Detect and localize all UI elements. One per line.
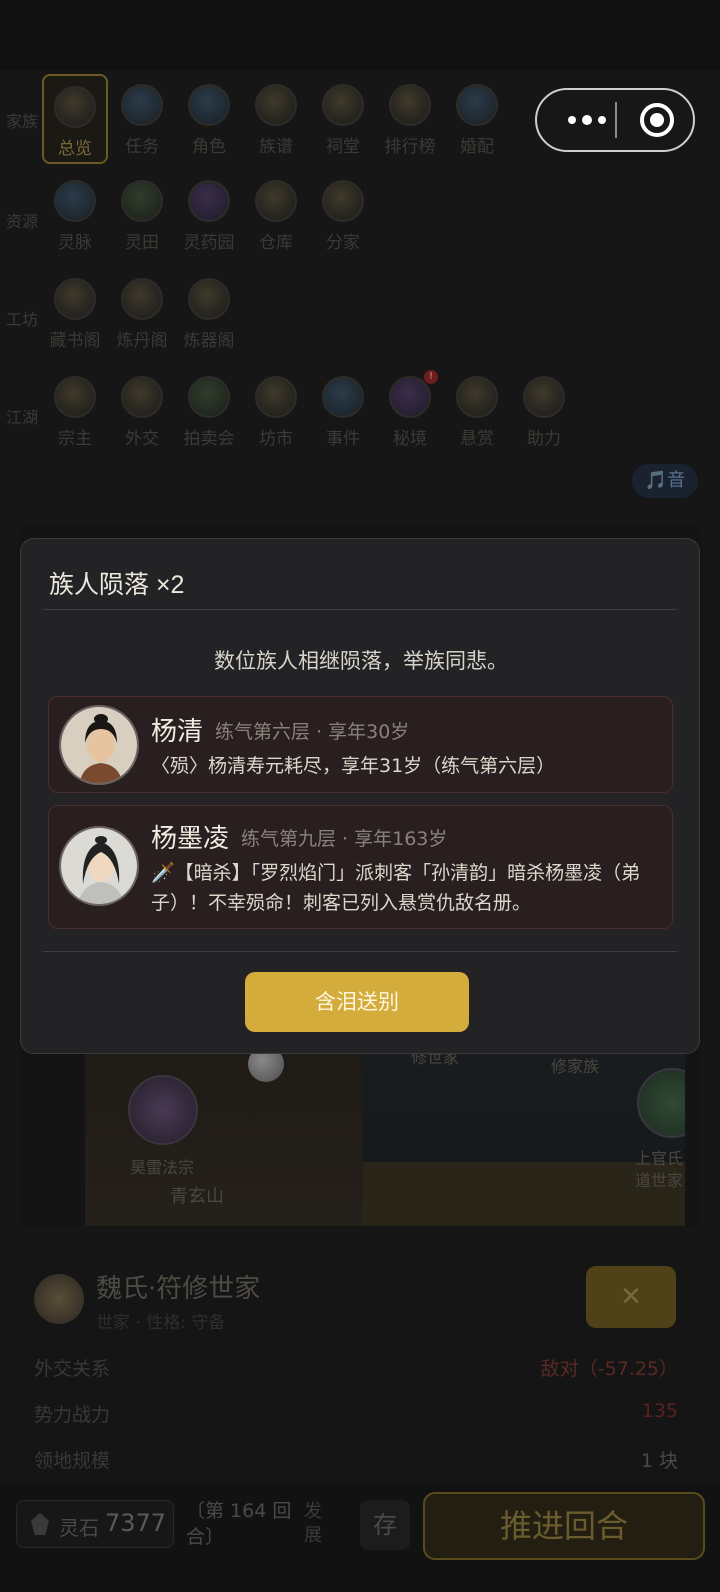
bottom-bar: 灵石 7377 〔第 164 回合〕 发展 存 推进回合	[0, 1484, 720, 1592]
shrine-icon	[322, 84, 364, 126]
menu-assist[interactable]: 助力	[511, 366, 577, 456]
advance-round-button[interactable]: 推进回合	[423, 1492, 705, 1560]
warehouse-icon	[255, 180, 297, 222]
round-indicator: 〔第 164 回合〕	[186, 1500, 292, 1548]
menu-library[interactable]: 藏书阁	[42, 268, 108, 358]
menu-tasks[interactable]: 任务	[109, 74, 175, 164]
menu-spirit-field[interactable]: 灵田	[109, 170, 175, 260]
menu-events[interactable]: 事件	[310, 366, 376, 456]
library-icon	[54, 278, 96, 320]
tasks-icon	[121, 84, 163, 126]
member-name: 杨墨凌	[151, 824, 230, 854]
faction-subtitle: 世家 · 性格: 守备	[96, 1313, 226, 1333]
menu-auction[interactable]: 拍卖会	[176, 366, 242, 456]
spirit-stone-icon	[31, 1513, 49, 1535]
sect-master-icon	[54, 376, 96, 418]
menu-bounty[interactable]: 悬赏	[444, 366, 510, 456]
row-label-resources: 资源	[6, 212, 39, 231]
member-meta: 练气第六层 · 享年30岁	[215, 721, 410, 743]
notification-badge: !	[424, 370, 438, 384]
menu-row-resources: 资源 灵脉 灵田 灵药园 仓库 分家	[0, 170, 720, 270]
save-button[interactable]: 存	[360, 1500, 410, 1550]
close-button[interactable]: ✕	[586, 1266, 676, 1328]
menu-marriage[interactable]: 婚配	[444, 74, 510, 164]
herb-garden-icon	[188, 180, 230, 222]
close-miniprogram-icon[interactable]	[640, 103, 674, 137]
row-label-workshop: 工坊	[6, 310, 39, 329]
market-icon	[255, 376, 297, 418]
diplomacy-icon	[121, 376, 163, 418]
alchemy-icon	[121, 278, 163, 320]
auction-icon	[188, 376, 230, 418]
menu-herb-garden[interactable]: 灵药园	[176, 170, 242, 260]
spirit-field-icon	[121, 180, 163, 222]
world-map[interactable]: 昊雷法宗 青玄山 修世家 唐氏·御 修家族 上官氏 道世家	[85, 1030, 685, 1226]
genealogy-icon	[255, 84, 297, 126]
marriage-icon	[456, 84, 498, 126]
miniprogram-capsule	[535, 88, 695, 152]
member-detail: 🗡️【暗杀】「罗烈焰门」派刺客「孙清韵」暗杀杨墨凌（弟子）！不幸殒命！刺客已列入…	[151, 862, 641, 914]
menu-characters[interactable]: 角色	[176, 74, 242, 164]
development-label: 发展	[304, 1501, 322, 1546]
capsule-divider	[615, 102, 617, 138]
divider	[43, 951, 677, 952]
info-row-power: 势力战力 135	[34, 1400, 678, 1426]
menu-branch[interactable]: 分家	[310, 170, 376, 260]
map-label-mountain: 青玄山	[170, 1186, 224, 1207]
branch-icon	[322, 180, 364, 222]
faction-emblem-icon	[34, 1274, 84, 1324]
assist-icon	[523, 376, 565, 418]
info-row-diplomacy: 外交关系 敌对（-57.25）	[34, 1358, 678, 1380]
member-card: 杨墨凌 练气第九层 · 享年163岁 🗡️【暗杀】「罗烈焰门」派刺客「孙清韵」暗…	[48, 805, 673, 929]
member-meta: 练气第九层 · 享年163岁	[241, 828, 448, 850]
member-detail: 〈殒〉杨清寿元耗尽，享年31岁（练气第六层）	[151, 755, 556, 777]
faction-title: 魏氏·符修世家	[96, 1274, 261, 1304]
ranking-icon	[389, 84, 431, 126]
menu-shrine[interactable]: 祠堂	[310, 74, 376, 164]
fallen-members-dialog: 族人陨落 ×2 数位族人相继陨落，举族同悲。 杨清 练气第六层 · 享年30岁 …	[20, 538, 700, 1054]
spirit-vein-icon	[54, 180, 96, 222]
row-label-jianghu: 江湖	[6, 408, 39, 427]
secret-realm-icon	[389, 376, 431, 418]
overview-icon	[54, 86, 96, 128]
menu-genealogy[interactable]: 族谱	[243, 74, 309, 164]
dialog-title: 族人陨落 ×2	[49, 571, 185, 599]
map-node-haolei[interactable]	[128, 1075, 198, 1145]
farewell-button[interactable]: 含泪送别	[245, 972, 469, 1032]
menu-forge[interactable]: 炼器阁	[176, 268, 242, 358]
member-avatar	[59, 826, 139, 906]
close-icon: ✕	[620, 1282, 642, 1312]
member-avatar	[59, 705, 139, 785]
menu-row-workshop: 工坊 藏书阁 炼丹阁 炼器阁	[0, 268, 720, 368]
map-label-haolei: 昊雷法宗	[130, 1158, 195, 1177]
menu-market[interactable]: 坊市	[243, 366, 309, 456]
menu-overview[interactable]: 总览	[42, 74, 108, 164]
member-name: 杨清	[151, 717, 204, 747]
member-card: 杨清 练气第六层 · 享年30岁 〈殒〉杨清寿元耗尽，享年31岁（练气第六层）	[48, 696, 673, 793]
row-label-family: 家族	[6, 112, 39, 131]
dialog-description: 数位族人相继陨落，举族同悲。	[214, 649, 508, 673]
info-row-territory: 领地规模 1 块	[34, 1450, 678, 1472]
status-area	[0, 0, 720, 70]
events-icon	[322, 376, 364, 418]
more-icon[interactable]	[557, 90, 617, 150]
bounty-icon	[456, 376, 498, 418]
map-label-shangguan: 上官氏 道世家	[635, 1149, 684, 1190]
menu-ranking[interactable]: 排行榜	[377, 74, 443, 164]
menu-warehouse[interactable]: 仓库	[243, 170, 309, 260]
forge-icon	[188, 278, 230, 320]
map-left-region	[85, 1030, 363, 1226]
menu-sect-master[interactable]: 宗主	[42, 366, 108, 456]
divider	[43, 609, 677, 610]
faction-info-panel: 魏氏·符修世家 世家 · 性格: 守备 ✕ 外交关系 敌对（-57.25） 势力…	[18, 1248, 694, 1484]
music-toggle-button[interactable]: 🎵音	[632, 464, 698, 498]
spirit-stone-counter: 灵石 7377	[16, 1500, 174, 1548]
menu-diplomacy[interactable]: 外交	[109, 366, 175, 456]
menu-spirit-vein[interactable]: 灵脉	[42, 170, 108, 260]
menu-alchemy[interactable]: 炼丹阁	[109, 268, 175, 358]
menu-row-jianghu: 江湖 宗主 外交 拍卖会 坊市 事件 秘境 悬赏 助力	[0, 366, 720, 466]
characters-icon	[188, 84, 230, 126]
